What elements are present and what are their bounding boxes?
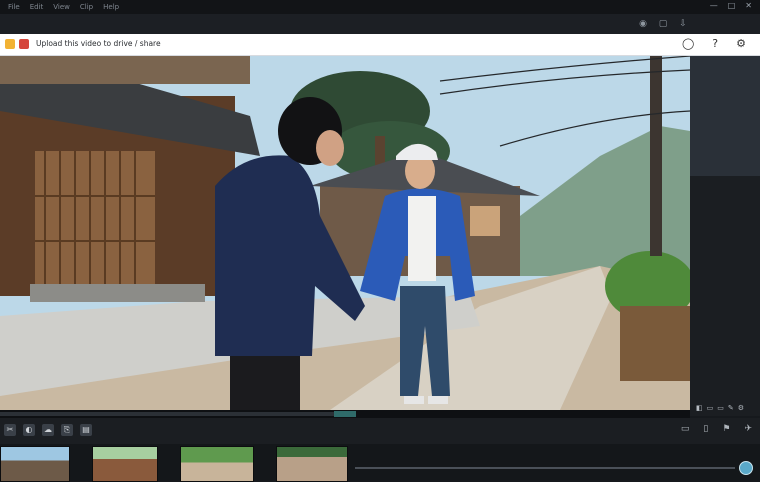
- layers-icon[interactable]: ▤: [80, 424, 92, 436]
- frame-icon[interactable]: ▭: [681, 424, 690, 434]
- share-icon[interactable]: [19, 39, 29, 49]
- close-button[interactable]: ✕: [745, 1, 752, 10]
- drive-icon[interactable]: [5, 39, 15, 49]
- thumbnail-1[interactable]: [0, 446, 70, 482]
- video-frame: [0, 56, 690, 410]
- person-right-shoe-left: [404, 396, 424, 404]
- window-controls: — □ ✕: [710, 1, 752, 10]
- right-panel: ◧ ▭ ▭ ✎ ⚙: [690, 56, 760, 416]
- secondary-toolbar: ◉ ▢ ⇩: [0, 14, 760, 34]
- record-icon[interactable]: ◉: [636, 17, 650, 31]
- scrub-handle[interactable]: [334, 411, 356, 417]
- cloud-icon[interactable]: ☁: [42, 424, 54, 436]
- settings-icon[interactable]: ⚙: [736, 37, 746, 50]
- clip-thumbnails: [0, 444, 760, 482]
- timeline-toolbar: ✂ ◐ ☁ ⎘ ▤ ▭ ▯ ⚑ ✈: [0, 418, 760, 444]
- menu-view[interactable]: View: [53, 3, 70, 11]
- flag-icon[interactable]: ⚑: [722, 424, 730, 434]
- player-icon-1[interactable]: ◧: [696, 404, 703, 412]
- menu-edit[interactable]: Edit: [30, 3, 44, 11]
- utility-pole: [650, 56, 662, 256]
- person-left-pants: [230, 351, 300, 410]
- menu-clip[interactable]: Clip: [80, 3, 93, 11]
- upper-wall: [0, 56, 250, 84]
- thumbnail-2[interactable]: [92, 446, 158, 482]
- stone-step: [30, 284, 205, 302]
- menu-bar: File Edit View Clip Help — □ ✕: [0, 0, 760, 14]
- window: [470, 206, 500, 236]
- minimize-button[interactable]: —: [710, 1, 718, 10]
- send-icon[interactable]: ✈: [744, 424, 752, 434]
- player-icon-4[interactable]: ✎: [728, 404, 734, 412]
- person-right-shoe-right: [428, 396, 448, 404]
- person-left-face: [316, 130, 344, 166]
- refresh-icon[interactable]: ◯: [682, 37, 694, 50]
- thumbnail-3[interactable]: [180, 446, 254, 482]
- maximize-button[interactable]: □: [728, 1, 736, 10]
- timeline-left-tools: ✂ ◐ ☁ ⎘ ▤: [4, 424, 92, 436]
- video-viewer[interactable]: [0, 56, 690, 410]
- help-icon[interactable]: ?: [712, 37, 718, 50]
- clip-icon[interactable]: ▯: [703, 424, 708, 434]
- zoom-slider-knob[interactable]: [739, 461, 753, 475]
- layout-icon[interactable]: ▢: [656, 17, 670, 31]
- export-icon[interactable]: ⇩: [676, 17, 690, 31]
- player-icons: ◧ ▭ ▭ ✎ ⚙: [696, 404, 744, 412]
- color-icon[interactable]: ◐: [23, 424, 35, 436]
- timeline-right-tools: ▭ ▯ ⚑ ✈: [681, 424, 752, 434]
- planter-box: [620, 306, 690, 381]
- player-icon-5[interactable]: ⚙: [738, 404, 744, 412]
- scrub-progress: [0, 412, 345, 416]
- person-right-shirt: [408, 196, 436, 281]
- menu-file[interactable]: File: [8, 3, 20, 11]
- share-text: Upload this video to drive / share: [36, 39, 161, 48]
- scrub-bar[interactable]: [0, 410, 690, 418]
- share-icons: [5, 39, 29, 49]
- thumbnail-4[interactable]: [276, 446, 348, 482]
- player-icon-2[interactable]: ▭: [707, 404, 714, 412]
- zoom-slider-track[interactable]: [355, 467, 735, 469]
- copy-icon[interactable]: ⎘: [61, 424, 73, 436]
- share-actions: ◯ ? ⚙: [682, 37, 746, 50]
- share-bar: Upload this video to drive / share ◯ ? ⚙: [0, 34, 760, 56]
- menu-help[interactable]: Help: [103, 3, 119, 11]
- right-panel-strip: [690, 56, 760, 176]
- cut-icon[interactable]: ✂: [4, 424, 16, 436]
- player-icon-3[interactable]: ▭: [717, 404, 724, 412]
- wooden-door: [35, 151, 155, 286]
